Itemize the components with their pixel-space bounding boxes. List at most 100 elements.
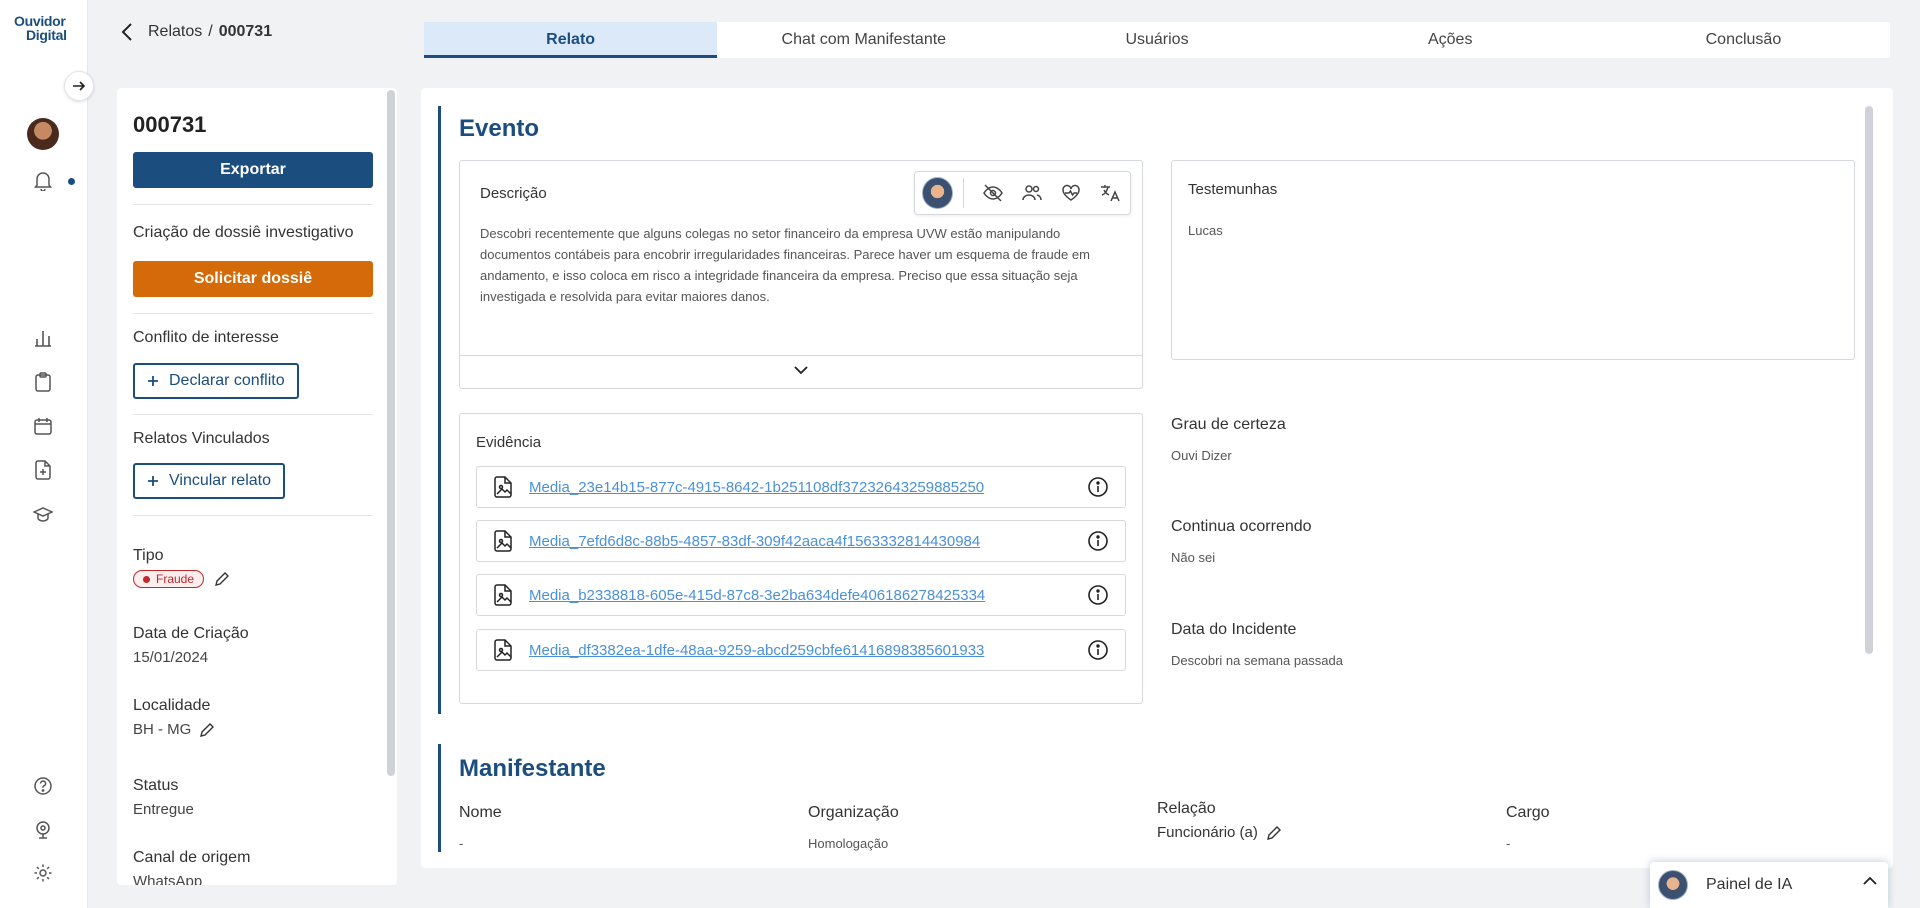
export-button[interactable]: Exportar	[133, 152, 373, 188]
evidence-row: Media_23e14b15-877c-4915-8642-1b251108df…	[476, 466, 1126, 508]
back-button[interactable]	[120, 22, 134, 42]
plus-icon	[148, 476, 158, 486]
evidence-link[interactable]: Media_7efd6d8c-88b5-4857-83df-309f42aaca…	[529, 533, 980, 550]
declare-conflict-button[interactable]: Declarar conflito	[133, 363, 299, 399]
type-badge: Fraude	[133, 570, 205, 588]
edit-tipo-button[interactable]	[214, 571, 230, 587]
organization-value: Homologação	[808, 836, 889, 851]
file-image-icon	[493, 584, 513, 606]
manifestante-title: Manifestante	[459, 755, 606, 782]
dossier-label: Criação de dossiê investigativo	[133, 224, 354, 241]
gear-icon[interactable]	[32, 862, 54, 884]
user-avatar[interactable]	[27, 118, 59, 150]
chevron-up-icon	[1862, 875, 1878, 887]
organization-label: Organização	[808, 804, 899, 821]
channel-value: WhatsApp	[133, 873, 203, 885]
witnesses-value: Lucas	[1188, 223, 1223, 238]
arrow-right-icon	[71, 78, 87, 94]
witnesses-label: Testemunhas	[1188, 181, 1278, 198]
locality-value: BH - MG	[133, 721, 192, 738]
section-accent-bar	[438, 106, 441, 714]
edit-relation-button[interactable]	[1266, 825, 1282, 841]
translate-icon[interactable]	[1091, 184, 1130, 202]
ai-assistant-avatar[interactable]	[922, 177, 954, 209]
details-panel: 000731 Exportar Criação de dossiê invest…	[117, 88, 397, 885]
incident-date-label: Data do Incidente	[1171, 621, 1297, 638]
relation-row: Funcionário (a)	[1157, 824, 1282, 841]
evidence-row: Media_df3382ea-1dfe-48aa-9259-abcd259cbf…	[476, 629, 1126, 671]
tipo-row: Fraude	[133, 570, 230, 588]
type-badge-label: Fraude	[156, 572, 195, 586]
logo[interactable]: Ouvidor Digital	[14, 14, 74, 42]
graduation-cap-icon[interactable]	[32, 503, 54, 525]
file-image-icon	[493, 639, 513, 661]
info-icon[interactable]	[1087, 639, 1109, 661]
ai-panel-label: Painel de IA	[1706, 876, 1793, 893]
evidence-label: Evidência	[476, 434, 542, 451]
divider	[133, 515, 373, 516]
ai-assistant-avatar	[1658, 870, 1688, 900]
details-scrollbar[interactable]	[387, 90, 395, 776]
evidence-link[interactable]: Media_23e14b15-877c-4915-8642-1b251108df…	[529, 479, 984, 496]
evidence-link[interactable]: Media_df3382ea-1dfe-48aa-9259-abcd259cbf…	[529, 642, 984, 659]
tab-acoes[interactable]: Ações	[1304, 22, 1597, 58]
notification-dot	[68, 178, 75, 185]
expand-description-button[interactable]	[793, 364, 809, 376]
link-report-label: Vincular relato	[169, 472, 271, 489]
locality-label: Localidade	[133, 697, 211, 714]
status-value: Entregue	[133, 801, 194, 818]
description-footer-divider	[459, 355, 1142, 356]
users-icon[interactable]	[1013, 184, 1052, 202]
badge-dot	[143, 575, 150, 583]
info-icon[interactable]	[1087, 530, 1109, 552]
pencil-icon	[1266, 825, 1281, 840]
ai-panel-toggle[interactable]: Painel de IA	[1650, 862, 1888, 908]
clipboard-icon[interactable]	[32, 371, 54, 393]
name-value: -	[459, 836, 464, 851]
heart-pulse-icon[interactable]	[1052, 184, 1091, 202]
name-label: Nome	[459, 804, 502, 821]
ongoing-value: Não sei	[1171, 550, 1216, 565]
bell-icon[interactable]	[32, 170, 54, 192]
main-scrollbar[interactable]	[1865, 106, 1873, 654]
tab-relato[interactable]: Relato	[424, 22, 718, 58]
help-icon[interactable]	[32, 775, 54, 797]
request-dossier-button[interactable]: Solicitar dossiê	[133, 261, 373, 297]
eye-off-icon[interactable]	[973, 184, 1012, 202]
plus-icon	[148, 376, 158, 386]
locality-row: BH - MG	[133, 721, 215, 738]
divider	[133, 313, 373, 314]
breadcrumb-parent[interactable]: Relatos	[148, 23, 202, 41]
tab-conclusao[interactable]: Conclusão	[1597, 22, 1890, 58]
bar-chart-icon[interactable]	[32, 327, 54, 349]
relation-label: Relação	[1157, 800, 1216, 817]
incident-date-value: Descobri na semana passada	[1171, 653, 1343, 668]
chevron-left-icon	[121, 23, 132, 41]
pencil-icon	[200, 722, 215, 737]
breadcrumb: Relatos / 000731	[120, 22, 272, 42]
section-accent-bar	[438, 744, 441, 852]
logo-line1: Ouvidor	[14, 13, 66, 29]
divider	[133, 204, 373, 205]
declare-conflict-label: Declarar conflito	[169, 372, 285, 389]
calendar-icon[interactable]	[32, 415, 54, 437]
info-icon[interactable]	[1087, 476, 1109, 498]
info-icon[interactable]	[1087, 584, 1109, 606]
role-value: -	[1506, 836, 1511, 851]
webcam-icon[interactable]	[32, 819, 54, 841]
status-label: Status	[133, 777, 179, 794]
link-report-button[interactable]: Vincular relato	[133, 463, 285, 499]
edit-locality-button[interactable]	[199, 722, 215, 738]
pencil-icon	[215, 572, 230, 586]
description-label: Descrição	[480, 185, 547, 202]
evidence-link[interactable]: Media_b2338818-605e-415d-87c8-3e2ba634de…	[529, 587, 985, 604]
channel-label: Canal de origem	[133, 849, 251, 866]
linked-reports-label: Relatos Vinculados	[133, 430, 270, 447]
logo-line2: Digital	[26, 27, 67, 43]
tab-chat[interactable]: Chat com Manifestante	[717, 22, 1010, 58]
certainty-label: Grau de certeza	[1171, 416, 1286, 433]
breadcrumb-current: 000731	[218, 23, 273, 40]
expand-sidebar-button[interactable]	[64, 71, 94, 101]
file-plus-icon[interactable]	[32, 459, 54, 481]
tab-usuarios[interactable]: Usuários	[1010, 22, 1303, 58]
